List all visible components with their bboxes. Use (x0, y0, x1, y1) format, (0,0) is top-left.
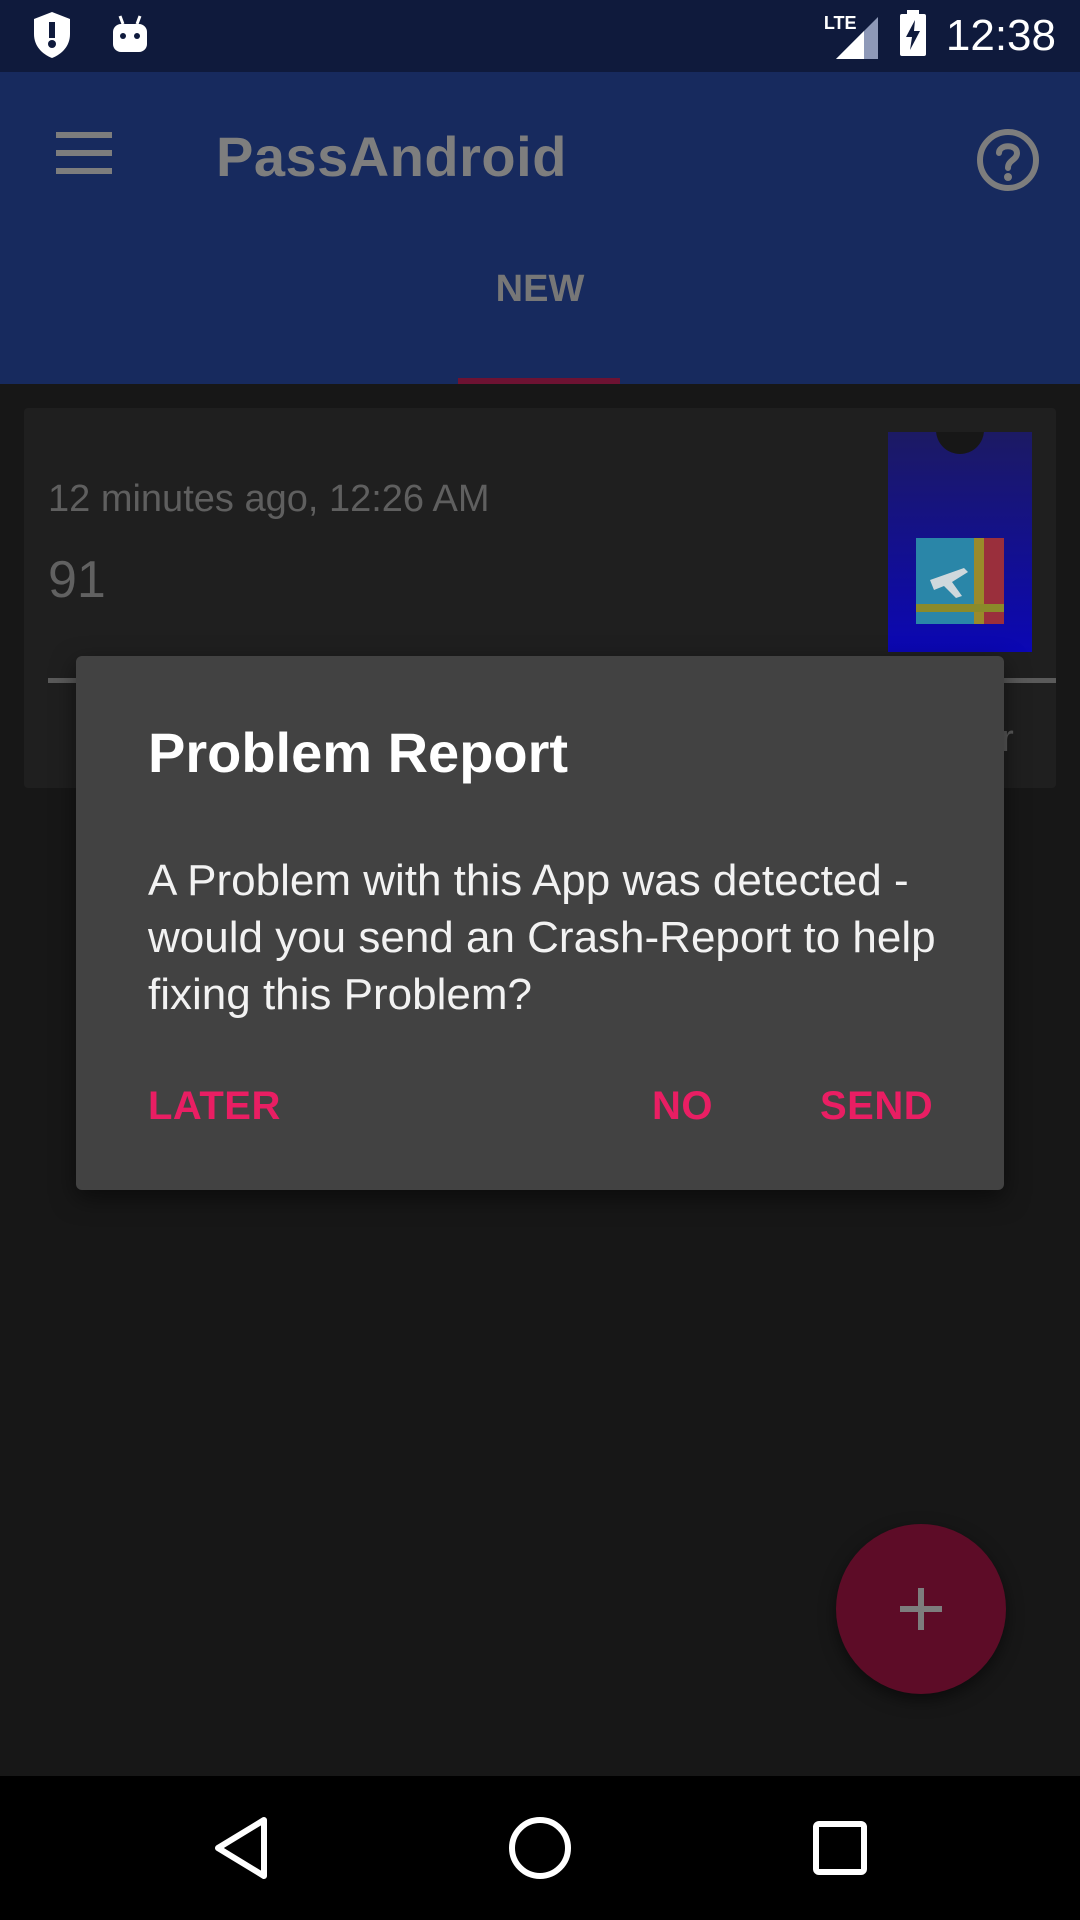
plus-icon (900, 1588, 942, 1630)
pass-number: 91 (48, 551, 106, 609)
tab-new[interactable]: NEW (440, 268, 640, 311)
boarding-pass-icon (888, 432, 1032, 652)
pass-timestamp: 12 minutes ago, 12:26 AM (48, 478, 490, 520)
clock: 12:38 (945, 10, 1056, 60)
no-button[interactable]: NO (652, 1084, 713, 1129)
problem-report-dialog: Problem Report A Problem with this App w… (76, 656, 1004, 1190)
dialog-message: A Problem with this App was detected - w… (148, 856, 936, 1019)
help-circle-icon[interactable] (972, 124, 1044, 196)
app-bar: PassAndroid NEW (0, 72, 1080, 384)
home-circle-icon[interactable] (502, 1810, 578, 1886)
add-pass-button[interactable] (836, 1524, 1006, 1694)
dialog-title: Problem Report (148, 721, 569, 784)
recents-square-icon[interactable] (802, 1810, 878, 1886)
battery-charging-icon (898, 8, 928, 63)
status-bar: LTE 12:38 (0, 0, 1080, 72)
back-triangle-icon[interactable] (204, 1810, 280, 1886)
navigation-bar (0, 1776, 1080, 1920)
android-debug-icon (110, 14, 150, 61)
hamburger-menu-icon[interactable] (48, 120, 120, 192)
tab-indicator (458, 378, 620, 384)
later-button[interactable]: LATER (148, 1084, 281, 1129)
shield-alert-icon (30, 10, 74, 65)
app-title: PassAndroid (216, 125, 567, 188)
lte-signal-icon: LTE (824, 11, 880, 61)
send-button[interactable]: SEND (820, 1084, 933, 1129)
